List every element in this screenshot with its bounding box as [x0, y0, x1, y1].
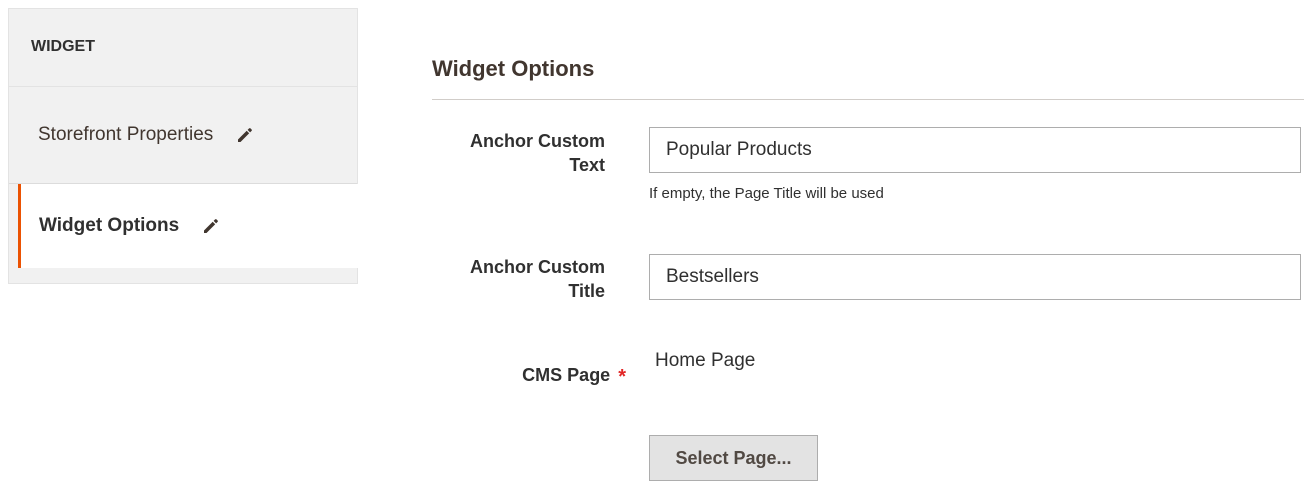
- required-marker: *: [618, 366, 626, 388]
- anchor-title-label-line2: Title: [568, 281, 605, 301]
- section-title: Widget Options: [432, 56, 595, 81]
- cms-page-value: Home Page: [655, 350, 756, 371]
- anchor-text-note: If empty, the Page Title will be used: [649, 185, 884, 202]
- tab-storefront-properties[interactable]: Storefront Properties: [9, 87, 357, 184]
- anchor-text-label-line2: Text: [569, 155, 605, 175]
- anchor-text-input[interactable]: [649, 127, 1301, 173]
- widget-sidebar: WIDGET Storefront Properties Widget Opti…: [8, 8, 359, 284]
- cms-page-label: CMS Page *: [416, 363, 626, 388]
- anchor-title-input[interactable]: [649, 254, 1301, 300]
- section-divider: [432, 99, 1304, 100]
- anchor-title-label-line1: Anchor Custom: [470, 257, 605, 277]
- select-page-button[interactable]: Select Page...: [649, 435, 818, 481]
- anchor-title-label: Anchor Custom Title: [415, 255, 605, 303]
- tab-widget-options-label: Widget Options: [39, 215, 180, 236]
- tab-widget-options[interactable]: Widget Options: [18, 184, 359, 268]
- anchor-text-label: Anchor Custom Text: [415, 129, 605, 177]
- cms-page-label-text: CMS Page: [522, 365, 611, 385]
- pencil-icon: [235, 125, 255, 145]
- anchor-text-label-line1: Anchor Custom: [470, 131, 605, 151]
- sidebar-header: WIDGET: [9, 9, 357, 87]
- pencil-icon: [201, 216, 221, 236]
- tab-storefront-properties-label: Storefront Properties: [38, 124, 214, 145]
